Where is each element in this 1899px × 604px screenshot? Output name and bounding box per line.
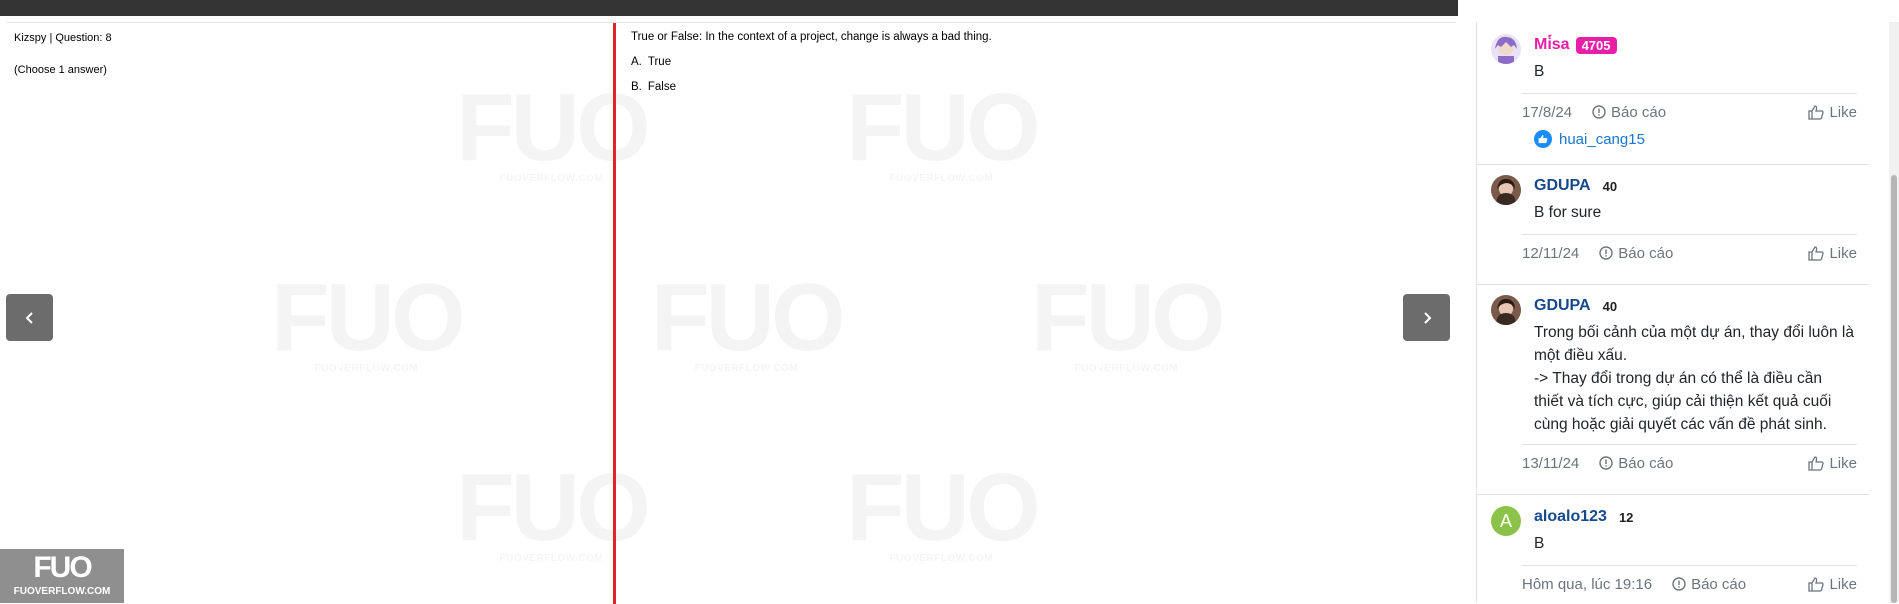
thumbs-up-icon	[1808, 455, 1825, 471]
alert-circle-icon	[1592, 105, 1606, 119]
comment-date: 17/8/24	[1522, 103, 1573, 121]
author-row: aloalo123 12	[1534, 508, 1633, 526]
like-label: Like	[1829, 575, 1857, 593]
author-name[interactable]: GDUPA	[1534, 177, 1591, 195]
watermark: FUOFUOVERFLOW.COM	[1031, 270, 1226, 375]
comment: GDUPA 40 Trong bối cảnh của một dự án, t…	[1477, 284, 1869, 495]
thumbs-up-icon	[1534, 130, 1552, 148]
quiz-frame: FUOFUOVERFLOW.COM FUOFUOVERFLOW.COM FUOF…	[6, 22, 1456, 604]
option-letter: A.	[631, 56, 642, 68]
next-button[interactable]	[1403, 294, 1450, 341]
author-name[interactable]: Mi̇́sa	[1534, 36, 1570, 54]
prev-button[interactable]	[6, 294, 53, 341]
watermark: FUOFUOVERFLOW.COM	[651, 270, 846, 375]
comment-body: Trong bối cảnh của một dự án, thay đổi l…	[1534, 324, 1854, 433]
chevron-right-icon	[1423, 311, 1431, 324]
comments-panel: Mi̇́sa 4705 B 17/8/24 Báo cáo Like huai_…	[1476, 22, 1869, 603]
liker[interactable]: huai_cang15	[1534, 130, 1645, 148]
column-divider	[613, 23, 616, 604]
like-label: Like	[1829, 454, 1857, 472]
avatar[interactable]	[1491, 295, 1521, 325]
liker-name: huai_cang15	[1559, 130, 1645, 148]
comment: Mi̇́sa 4705 B 17/8/24 Báo cáo Like huai_…	[1477, 22, 1869, 165]
watermark: FUOFUOVERFLOW.COM	[846, 460, 1041, 565]
alert-circle-icon	[1599, 456, 1613, 470]
report-label: Báo cáo	[1618, 244, 1674, 262]
report-button[interactable]: Báo cáo	[1592, 104, 1666, 121]
scrollbar-thumb[interactable]	[1891, 175, 1897, 603]
watermark: FUOFUOVERFLOW.COM	[456, 460, 651, 565]
like-button[interactable]: Like	[1808, 245, 1857, 262]
like-button[interactable]: Like	[1808, 455, 1857, 472]
comment-date: Hôm qua, lúc 19:16	[1522, 575, 1653, 593]
like-button[interactable]: Like	[1808, 576, 1857, 593]
avatar-letter: A	[1499, 510, 1512, 531]
avatar[interactable]	[1491, 175, 1521, 205]
option-label: False	[647, 81, 676, 93]
watermark: FUOFUOVERFLOW.COM	[271, 270, 466, 375]
watermark: FUOFUOVERFLOW.COM	[456, 80, 651, 185]
like-label: Like	[1829, 244, 1857, 262]
report-button[interactable]: Báo cáo	[1672, 576, 1746, 593]
option-label: True	[647, 56, 672, 68]
top-bar	[0, 0, 1458, 16]
question-text: True or False: In the context of a proje…	[631, 31, 992, 43]
user-score: 40	[1602, 178, 1618, 194]
author-name[interactable]: aloalo123	[1534, 508, 1607, 526]
comment-body: B	[1534, 63, 1545, 80]
option-a[interactable]: A. True	[631, 56, 671, 68]
question-meta: Kizspy | Question: 8	[14, 32, 112, 44]
comment-date: 13/11/24	[1522, 454, 1580, 472]
author-row: GDUPA 40	[1534, 297, 1617, 315]
report-label: Báo cáo	[1691, 575, 1747, 593]
report-button[interactable]: Báo cáo	[1599, 245, 1673, 262]
alert-circle-icon	[1672, 577, 1686, 591]
answer-hint: (Choose 1 answer)	[14, 64, 107, 76]
report-label: Báo cáo	[1611, 103, 1667, 121]
user-score: 12	[1618, 509, 1634, 525]
like-button[interactable]: Like	[1808, 104, 1857, 121]
report-label: Báo cáo	[1618, 454, 1674, 472]
option-b[interactable]: B. False	[631, 81, 676, 93]
thumbs-up-icon	[1808, 245, 1825, 261]
user-score: 40	[1602, 298, 1618, 314]
site-logo: FUO FUOVERFLOW.COM	[0, 549, 124, 603]
comment-footer: 17/8/24 Báo cáo Like	[1522, 93, 1857, 130]
avatar[interactable]: A	[1491, 506, 1521, 536]
chevron-left-icon	[25, 311, 33, 324]
report-button[interactable]: Báo cáo	[1599, 455, 1673, 472]
comment-footer: 13/11/24 Báo cáo Like	[1522, 444, 1857, 481]
alert-circle-icon	[1599, 246, 1613, 260]
option-letter: B.	[631, 81, 642, 93]
comment-footer: 12/11/24 Báo cáo Like	[1522, 234, 1857, 271]
comment: A aloalo123 12 B Hôm qua, lúc 19:16 Báo …	[1477, 494, 1869, 603]
comment: GDUPA 40 B for sure 12/11/24 Báo cáo Lik…	[1477, 164, 1869, 285]
watermark: FUOFUOVERFLOW.COM	[846, 80, 1041, 185]
thumbs-up-icon	[1808, 576, 1825, 592]
comment-footer: Hôm qua, lúc 19:16 Báo cáo Like	[1522, 565, 1857, 602]
thumbs-up-icon	[1808, 104, 1825, 120]
user-badge: 4705	[1575, 36, 1617, 54]
avatar[interactable]	[1491, 34, 1521, 64]
author-row: GDUPA 40	[1534, 177, 1617, 195]
author-row: Mi̇́sa 4705	[1534, 36, 1617, 54]
comment-body: B	[1534, 535, 1545, 552]
comment-body: B for sure	[1534, 204, 1602, 221]
comment-date: 12/11/24	[1522, 244, 1580, 262]
author-name[interactable]: GDUPA	[1534, 297, 1591, 315]
like-label: Like	[1829, 103, 1857, 121]
